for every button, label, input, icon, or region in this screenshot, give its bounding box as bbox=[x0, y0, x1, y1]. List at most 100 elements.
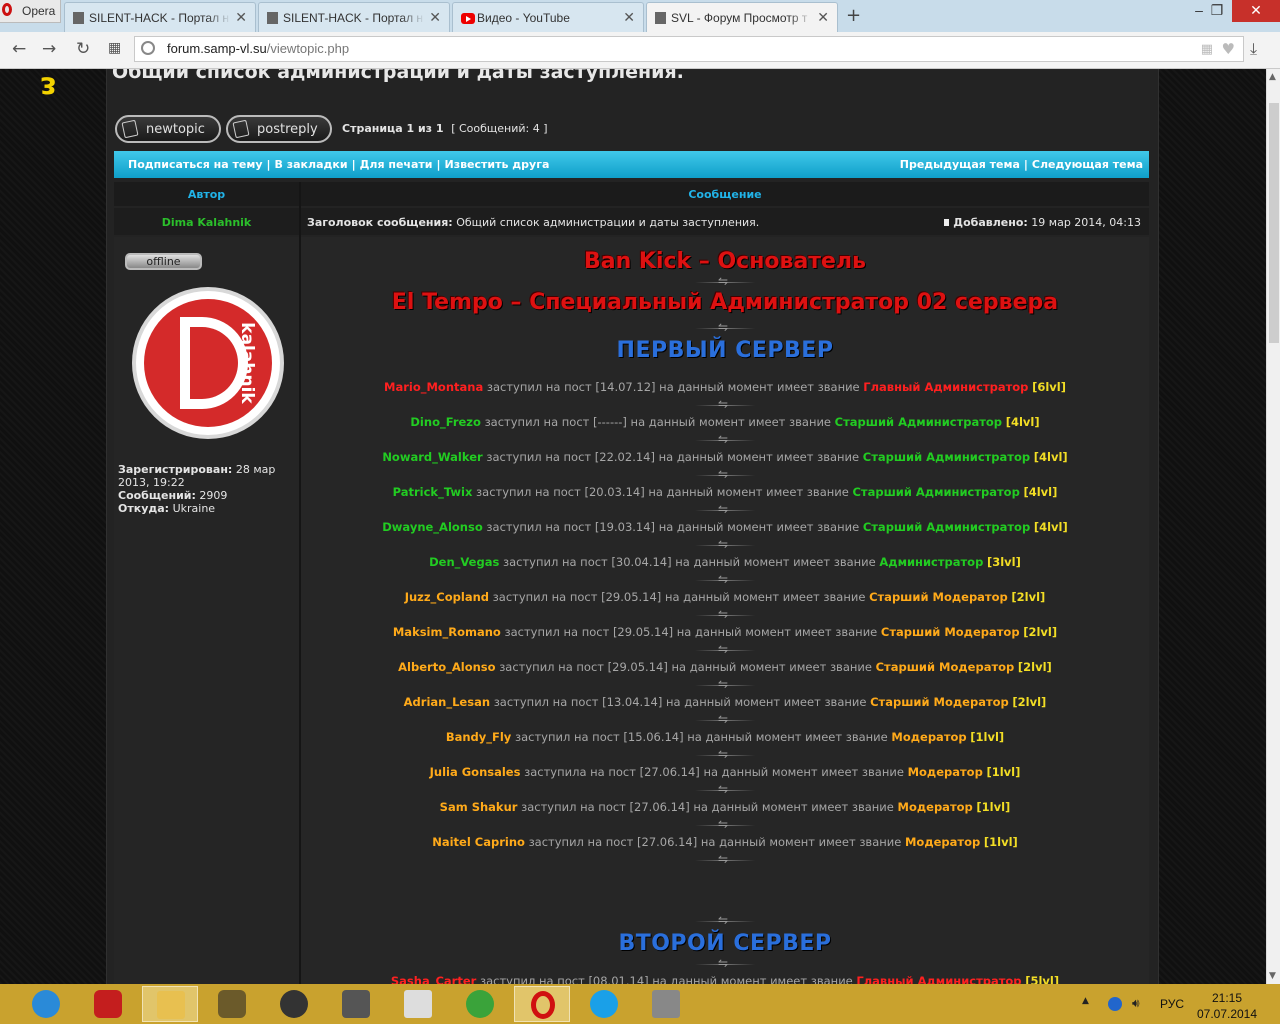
volume-icon[interactable]: 🔊︎ bbox=[1132, 996, 1140, 1011]
offline-status-badge: offline bbox=[125, 253, 202, 270]
divider-ornament bbox=[695, 852, 755, 866]
topic-title[interactable]: Общий список администрации и даты заступ… bbox=[112, 69, 684, 83]
admin-entry: Dino_Frezo заступил на пост [------] на … bbox=[301, 415, 1149, 429]
internet-explorer-icon[interactable] bbox=[18, 986, 74, 1022]
divider-ornament bbox=[695, 467, 755, 481]
page-icon bbox=[655, 12, 666, 24]
admin-date: [13.04.14] bbox=[602, 695, 663, 709]
clock-time: 21:15 bbox=[1211, 991, 1243, 1005]
tab-svl-forum[interactable]: SVL - Форум Просмотр т ✕ bbox=[646, 2, 838, 32]
post-link-icon[interactable] bbox=[944, 219, 950, 226]
network-icon[interactable] bbox=[1108, 997, 1122, 1011]
back-arrow-icon[interactable]: ← bbox=[12, 39, 26, 59]
author-profile-column: offline kalahnik Зарегистрирован: 28 мар… bbox=[114, 237, 299, 984]
registered-info: Зарегистрирован: 28 мар 2013, 19:22 bbox=[118, 463, 276, 489]
admin-status-text: на данный момент имеет звание bbox=[652, 974, 853, 984]
keyboard-language[interactable]: РУС bbox=[1160, 997, 1184, 1011]
close-tab-icon[interactable]: ✕ bbox=[623, 9, 635, 26]
next-topic-link[interactable]: Следующая тема bbox=[1032, 158, 1143, 171]
admin-status-text: на данный момент имеет звание bbox=[665, 695, 867, 709]
tab-silent-hack-1[interactable]: SILENT-HACK - Портал н ✕ bbox=[64, 2, 256, 32]
previous-topic-link[interactable]: Предыдущая тема bbox=[900, 158, 1020, 171]
close-tab-icon[interactable]: ✕ bbox=[817, 9, 829, 26]
print-link[interactable]: Для печати bbox=[360, 158, 433, 171]
divider-ornament bbox=[695, 320, 755, 334]
scroll-up-icon[interactable]: ▲ bbox=[1269, 72, 1276, 82]
tray-expand-icon[interactable]: ▲ bbox=[1082, 996, 1089, 1006]
site-logo-fragment: ᴈ bbox=[40, 69, 57, 102]
file-explorer-icon[interactable] bbox=[142, 986, 198, 1022]
new-tab-plus-icon[interactable]: + bbox=[846, 5, 861, 26]
admin-level: [4lvl] bbox=[1023, 485, 1058, 499]
divider-ornament bbox=[695, 817, 755, 831]
globe-icon bbox=[141, 41, 155, 55]
tab-youtube[interactable]: Видео - YouTube ✕ bbox=[452, 2, 644, 32]
documents-app-icon[interactable] bbox=[390, 986, 446, 1022]
admin-rank: Модератор bbox=[891, 730, 967, 744]
page-scrollbar[interactable]: ▲ ▼ bbox=[1266, 69, 1280, 984]
opera-taskbar-icon[interactable] bbox=[514, 986, 570, 1022]
admin-name: Adrian_Lesan bbox=[403, 695, 491, 709]
admin-status-text: на данный момент имеет звание bbox=[658, 450, 860, 464]
post-body: Ban Kick – Основатель El Tempo – Специал… bbox=[301, 237, 1149, 984]
admin-rank: Администратор bbox=[879, 555, 984, 569]
bookmark-heart-icon[interactable]: ♥ bbox=[1222, 40, 1235, 58]
tab-title: SILENT-HACK - Портал н bbox=[89, 11, 231, 25]
author-avatar[interactable]: kalahnik bbox=[130, 285, 286, 441]
maximize-icon[interactable]: ❐ bbox=[1204, 0, 1230, 22]
scroll-down-icon[interactable]: ▼ bbox=[1269, 971, 1276, 981]
speaker-app-icon[interactable] bbox=[266, 986, 322, 1022]
opera-menu-button[interactable]: Opera bbox=[0, 0, 61, 23]
post-reply-label: postreply bbox=[257, 122, 318, 137]
admin-verb: заступил на пост bbox=[486, 450, 592, 464]
new-topic-icon bbox=[121, 119, 139, 139]
close-tab-icon[interactable]: ✕ bbox=[235, 9, 247, 26]
utorrent-icon[interactable] bbox=[452, 986, 508, 1022]
post-author-name[interactable]: Dima Kalahnik bbox=[114, 216, 299, 229]
new-topic-button[interactable]: newtopic bbox=[115, 115, 221, 143]
reload-icon[interactable]: ↻ bbox=[76, 39, 90, 59]
view-grid-icon[interactable]: ▦ bbox=[1201, 42, 1213, 57]
admin-date: [19.03.14] bbox=[594, 520, 656, 534]
camera-app-icon[interactable] bbox=[328, 986, 384, 1022]
admin-status-text: на данный момент имеет звание bbox=[693, 800, 894, 814]
posts-info: Сообщений: 2909 bbox=[118, 489, 228, 502]
admin-entry: Julia Gonsales заступила на пост [27.06.… bbox=[301, 765, 1149, 779]
admin-name: Maksim_Romano bbox=[392, 625, 501, 639]
admin-level: [5lvl] bbox=[1025, 974, 1060, 984]
pagination-info: Страница 1 из 1 [ Сообщений: 4 ] bbox=[342, 122, 548, 135]
admin-entry: Sam Shakur заступил на пост [27.06.14] н… bbox=[301, 800, 1149, 814]
admin-rank: Старший Администратор bbox=[834, 415, 1003, 429]
special-admin-line: El Tempo – Специальный Администратор 02 … bbox=[391, 290, 1059, 315]
admin-entry: Adrian_Lesan заступил на пост [13.04.14]… bbox=[301, 695, 1149, 709]
download-icon[interactable]: ⤓ bbox=[1250, 39, 1257, 59]
media-app-icon[interactable] bbox=[204, 986, 260, 1022]
system-clock[interactable]: 21:15 07.07.2014 bbox=[1196, 990, 1258, 1022]
admin-entry: Mario_Montana заступил на пост [14.07.12… bbox=[301, 380, 1149, 394]
admin-entry: Sasha_Carter заступил на пост [08.01.14]… bbox=[301, 974, 1149, 984]
close-window-icon[interactable]: ✕ bbox=[1232, 0, 1280, 22]
scrollbar-thumb[interactable] bbox=[1269, 103, 1279, 343]
forward-arrow-icon[interactable]: → bbox=[42, 39, 56, 59]
post-subject: Заголовок сообщения: Общий список админи… bbox=[307, 216, 760, 229]
admin-level: [1lvl] bbox=[983, 835, 1018, 849]
admin-entry: Alberto_Alonso заступил на пост [29.05.1… bbox=[301, 660, 1149, 674]
admin-verb: заступил на пост bbox=[484, 415, 590, 429]
post-reply-button[interactable]: postreply bbox=[226, 115, 332, 143]
tab-silent-hack-2[interactable]: SILENT-HACK - Портал н ✕ bbox=[258, 2, 450, 32]
admin-date: [29.05.14] bbox=[601, 590, 662, 604]
power-app-icon[interactable] bbox=[80, 986, 136, 1022]
notify-friend-link[interactable]: Известить друга bbox=[445, 158, 550, 171]
author-profile-details: Зарегистрирован: 28 мар 2013, 19:22 Сооб… bbox=[118, 463, 298, 515]
computer-app-icon[interactable] bbox=[638, 986, 694, 1022]
bookmark-link[interactable]: В закладки bbox=[275, 158, 348, 171]
speed-dial-grid-icon[interactable]: ▦ bbox=[108, 40, 121, 56]
divider-ornament bbox=[695, 274, 755, 288]
browser-tab-bar: Opera SILENT-HACK - Портал н ✕ SILENT-HA… bbox=[0, 0, 1280, 32]
admin-verb: заступил на пост bbox=[502, 555, 608, 569]
close-tab-icon[interactable]: ✕ bbox=[429, 9, 441, 26]
skype-icon[interactable] bbox=[576, 986, 632, 1022]
subscribe-link[interactable]: Подписаться на тему bbox=[128, 158, 263, 171]
url-field[interactable]: forum.samp-vl.su/viewtopic.php ▦ ♥ bbox=[134, 36, 1244, 62]
admin-status-text: на данный момент имеет звание bbox=[675, 555, 876, 569]
